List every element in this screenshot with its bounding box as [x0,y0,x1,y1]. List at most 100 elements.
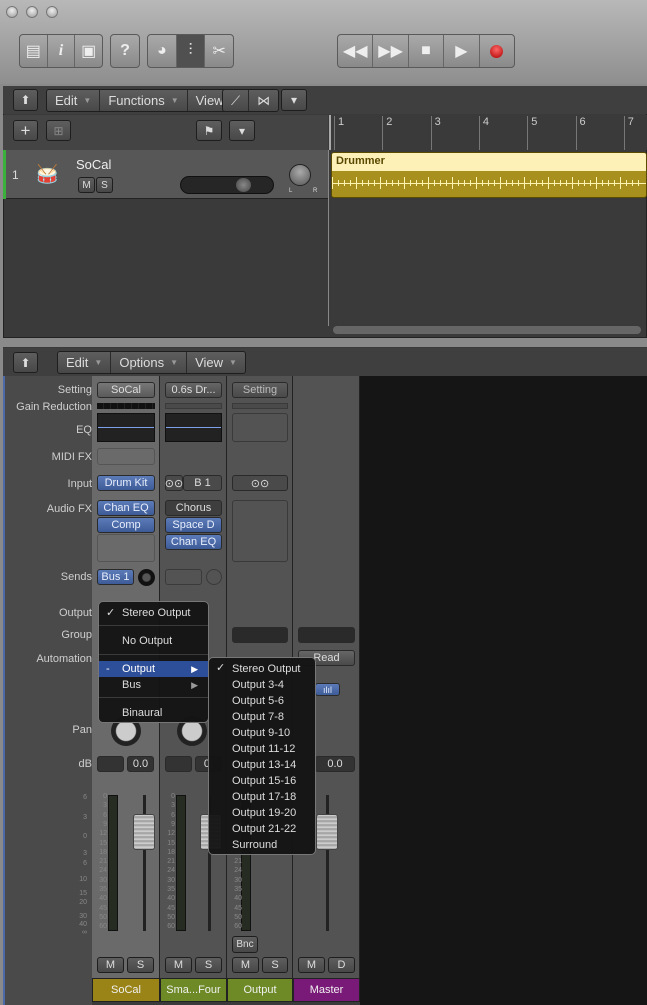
solo-button[interactable]: S [195,957,222,973]
waveform-icon[interactable]: ılıl [315,683,340,696]
volume-fader[interactable] [133,814,155,850]
collapse-icon[interactable]: ▾ [229,120,255,141]
mute-button[interactable]: M [165,957,192,973]
stop-icon[interactable]: ■ [409,35,445,67]
mixer-options-menu[interactable]: Options ▼ [111,352,188,373]
submenu-item[interactable]: Output 15-16 [209,773,315,789]
menu-item-no-output[interactable]: No Output [99,633,208,649]
menu-item-output[interactable]: - Output ▶ [99,661,208,677]
scissors-icon[interactable]: ✂ [205,35,233,67]
close-button[interactable] [6,6,18,18]
catch-icon[interactable]: ▾ [281,89,307,111]
ruler[interactable]: 1 2 3 4 5 6 7 [329,115,647,150]
eq-thumbnail[interactable] [232,413,288,442]
flag-icon[interactable]: ⚑ [196,120,222,141]
strip-name-master[interactable]: Master [293,978,360,1002]
submenu-item[interactable]: Output 13-14 [209,757,315,773]
setting-button[interactable]: SoCal [97,382,155,398]
track-pan-knob[interactable] [289,164,311,186]
track-volume-slider[interactable] [180,176,274,194]
dim-button[interactable]: D [328,957,355,973]
send-slot[interactable] [165,569,202,585]
audio-fx-slot[interactable]: Chan EQ [97,500,155,516]
menu-item-binaural[interactable]: Binaural [99,705,208,721]
zoom-button[interactable] [46,6,58,18]
volume-fader[interactable] [316,814,338,850]
submenu-item[interactable]: Output 17-18 [209,789,315,805]
flex-icon[interactable]: ⋈ [249,90,278,111]
edit-menu[interactable]: Edit ▼ [47,90,101,111]
submenu-item[interactable]: Output 5-6 [209,693,315,709]
send-slot[interactable]: Bus 1 [97,569,134,585]
minimize-button[interactable] [26,6,38,18]
rewind-icon[interactable]: ◀◀ [338,35,374,67]
submenu-item[interactable]: Output 19-20 [209,805,315,821]
menu-item-bus[interactable]: Bus ▶ [99,677,208,693]
eq-thumbnail[interactable] [97,413,155,442]
audio-fx-empty[interactable] [97,534,155,562]
track-solo-button[interactable]: S [96,177,113,193]
mute-button[interactable]: M [298,957,325,973]
midi-fx-slot[interactable] [97,448,155,465]
audio-fx-slot[interactable]: Comp [97,517,155,533]
mute-button[interactable]: M [232,957,259,973]
send-level-knob[interactable] [138,569,155,586]
stereo-link-icon[interactable]: ⊙⊙ [232,475,288,491]
stereo-link-icon[interactable]: ⊙⊙ [165,475,183,491]
meter-scale-label: 9 [103,820,107,828]
submenu-item[interactable]: Output 7-8 [209,709,315,725]
automation-icon[interactable]: ⟋ [223,90,250,111]
mute-button[interactable]: M [97,957,124,973]
submenu-item[interactable]: Output 11-12 [209,741,315,757]
meter-scale-label: 60 [234,923,242,931]
group-slot[interactable] [298,627,355,643]
info-icon[interactable]: i [48,35,76,67]
waveform-peak [596,177,597,189]
menu-item-stereo-output[interactable]: ✓ Stereo Output [99,605,208,621]
horizontal-scrollbar[interactable] [333,326,641,334]
solo-button[interactable]: S [127,957,154,973]
help-icon[interactable]: ? [111,35,139,67]
play-icon[interactable]: ▶ [444,35,480,67]
audio-fx-slot[interactable]: Chan EQ [165,534,222,550]
add-track-icon[interactable]: + [13,120,38,141]
submenu-item[interactable]: Surround [209,837,315,853]
audio-fx-slot[interactable]: Space D [165,517,222,533]
mixer-edit-menu[interactable]: Edit ▼ [58,352,112,373]
audio-fx-slot[interactable]: Chorus [165,500,222,516]
smart-controls-icon[interactable]: ◕ [148,35,177,67]
eq-thumbnail[interactable] [165,413,222,442]
tracks-menus: Edit▼ Functions▼ View▼ [46,89,247,112]
volume-handle[interactable] [236,178,251,192]
input-slot[interactable]: Drum Kit [97,475,155,491]
audio-fx-empty[interactable] [232,500,288,562]
setting-button[interactable]: 0.6s Dr... [165,382,222,398]
input-slot[interactable]: B 1 [183,475,222,491]
up-arrow-icon[interactable]: ⬆ [13,89,38,111]
strip-name-output[interactable]: Output [227,978,293,1002]
library-icon[interactable]: ▤ [20,35,48,67]
waveform-peak [548,177,549,189]
submenu-item[interactable]: Stereo Output [209,661,315,677]
submenu-item[interactable]: Output 9-10 [209,725,315,741]
group-slot[interactable] [232,627,288,643]
mixer-up-icon[interactable]: ⬆ [13,352,38,373]
solo-button[interactable]: S [262,957,288,973]
mixer-icon[interactable]: ⫶ [176,35,206,67]
send-level-knob[interactable] [206,569,222,585]
functions-menu[interactable]: Functions ▼ [100,90,188,111]
add-folder-icon[interactable]: ⊞ [46,120,71,141]
record-icon[interactable] [480,35,514,67]
strip-name-smart-four[interactable]: Sma...Four [160,978,227,1002]
setting-button[interactable]: Setting [232,382,288,398]
waveform-peak [572,177,573,189]
track-mute-button[interactable]: M [78,177,95,193]
drummer-region[interactable]: Drummer [331,152,647,198]
submenu-item[interactable]: Output 21-22 [209,821,315,837]
submenu-item[interactable]: Output 3-4 [209,677,315,693]
bounce-button[interactable]: Bnc [232,936,258,953]
editor-icon[interactable]: ▣ [75,35,102,67]
mixer-view-menu[interactable]: View ▼ [187,352,245,373]
strip-name-socal[interactable]: SoCal [92,978,160,1002]
forward-icon[interactable]: ▶▶ [373,35,409,67]
